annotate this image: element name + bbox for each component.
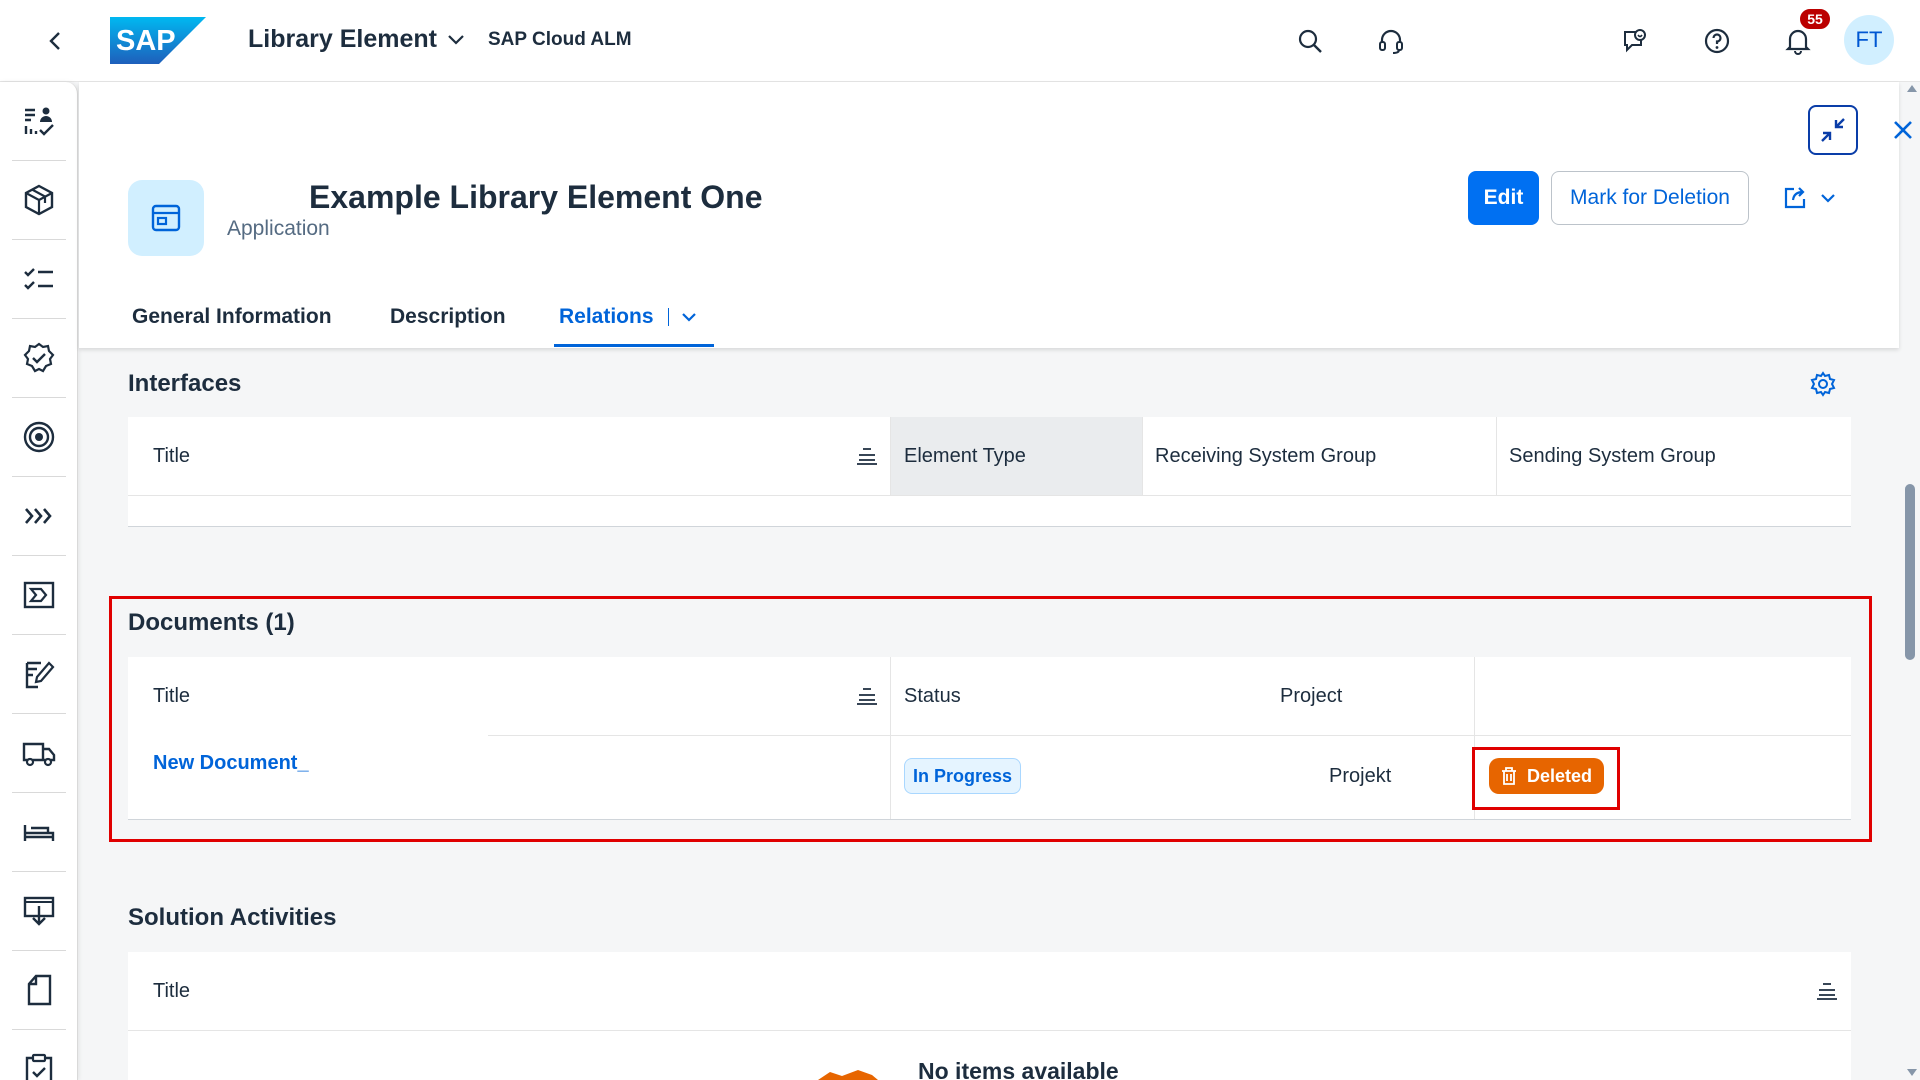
empty-illustration-icon xyxy=(818,1070,878,1080)
target-icon xyxy=(23,421,55,453)
nav-item-overview[interactable] xyxy=(0,82,78,160)
nav-item-releases[interactable] xyxy=(0,872,78,950)
deleted-badge: Deleted xyxy=(1489,758,1605,794)
object-avatar xyxy=(128,180,204,256)
share-icon xyxy=(1784,187,1806,209)
headset-icon xyxy=(1379,29,1403,54)
app-subtitle: SAP Cloud ALM xyxy=(488,29,632,50)
column-header-status[interactable]: Status xyxy=(904,657,961,735)
nav-item-goals[interactable] xyxy=(0,398,78,476)
tab-relations-label: Relations xyxy=(559,305,654,328)
app-title-menu[interactable]: Library Element xyxy=(248,25,465,54)
column-header-sending-system-group[interactable]: Sending System Group xyxy=(1509,417,1716,495)
feedback-button[interactable] xyxy=(1618,24,1652,58)
notification-badge: 55 xyxy=(1798,7,1832,31)
package-icon xyxy=(24,184,54,216)
solution-activities-section-title: Solution Activities xyxy=(128,904,337,931)
chevron-down-icon xyxy=(1821,194,1835,203)
settings-icon[interactable] xyxy=(1810,371,1836,397)
nav-item-checklist[interactable] xyxy=(0,240,78,318)
project-value: Projekt xyxy=(1329,765,1392,787)
nav-item-documents[interactable] xyxy=(0,951,78,1029)
chevron-down-icon xyxy=(448,34,464,45)
quality-gate-icon xyxy=(23,342,55,373)
sort-icon[interactable] xyxy=(1816,982,1838,1000)
active-tab-indicator xyxy=(554,344,714,347)
documents-table: Title Status Project New Document_ In Pr… xyxy=(128,657,1851,820)
deployment-icon xyxy=(23,896,55,926)
collapse-header-button[interactable] xyxy=(1808,105,1858,155)
nav-item-deployments[interactable] xyxy=(0,714,78,792)
shell-bar: SAP Library Element SAP Cloud ALM 55 FT xyxy=(0,0,1920,82)
tab-general-information[interactable]: General Information xyxy=(132,286,332,348)
bed-icon xyxy=(23,825,55,841)
column-header-title[interactable]: Title xyxy=(153,657,190,735)
scroll-down-icon[interactable] xyxy=(1907,1069,1917,1077)
app-title: Library Element xyxy=(248,25,437,53)
overview-tasks-icon xyxy=(24,107,54,136)
checklist-icon xyxy=(24,268,53,290)
nav-item-processes[interactable] xyxy=(0,477,78,555)
document-title-link[interactable]: New Document_ xyxy=(153,752,309,775)
support-button[interactable] xyxy=(1374,24,1408,58)
documents-section-title: Documents (1) xyxy=(128,609,295,636)
object-title: Example Library Element One xyxy=(309,179,763,215)
column-header-title[interactable]: Title xyxy=(153,417,190,495)
application-icon xyxy=(151,204,181,232)
solution-activities-table: Title No items available xyxy=(128,952,1851,1080)
scroll-up-icon[interactable] xyxy=(1907,84,1917,92)
help-icon xyxy=(1704,28,1730,54)
interfaces-table: Title Element Type Receiving System Grou… xyxy=(128,417,1851,527)
back-button[interactable] xyxy=(40,26,70,56)
feedback-icon xyxy=(1624,29,1646,53)
trash-icon xyxy=(1502,767,1516,785)
nav-item-test-cases[interactable] xyxy=(0,556,78,634)
chevron-left-icon xyxy=(49,32,60,50)
clipboard-check-icon xyxy=(25,1053,53,1080)
user-avatar[interactable]: FT xyxy=(1844,15,1894,65)
search-icon xyxy=(1298,29,1322,53)
empty-state-text: No items available xyxy=(918,1058,1119,1080)
column-header-element-type[interactable]: Element Type xyxy=(904,417,1026,495)
nav-item-tasks[interactable] xyxy=(0,1030,78,1080)
table-row[interactable]: New Document_ In Progress Projekt Delete… xyxy=(128,736,1851,819)
side-navigation xyxy=(0,82,78,1080)
tab-bar: General Information Description Relation… xyxy=(79,286,1899,348)
share-menu-button[interactable] xyxy=(1769,178,1849,218)
column-header-receiving-system-group[interactable]: Receiving System Group xyxy=(1155,417,1376,495)
column-header-project[interactable]: Project xyxy=(1280,657,1342,735)
object-subtitle: Application xyxy=(227,217,330,240)
deleted-badge-label: Deleted xyxy=(1527,765,1593,786)
nav-item-requirements[interactable] xyxy=(0,635,78,713)
tab-relations[interactable]: Relations xyxy=(559,286,697,348)
exit-fullscreen-icon xyxy=(1821,118,1845,142)
status-badge: In Progress xyxy=(904,758,1022,794)
test-case-icon xyxy=(23,581,55,609)
nav-item-landscape[interactable] xyxy=(0,793,78,871)
nav-item-quality-gates[interactable] xyxy=(0,319,78,397)
edit-document-icon xyxy=(25,661,55,689)
document-icon xyxy=(27,974,52,1006)
sap-logo: SAP xyxy=(110,17,206,64)
mark-for-deletion-button[interactable]: Mark for Deletion xyxy=(1551,171,1749,225)
search-button[interactable] xyxy=(1293,24,1327,58)
nav-item-packages[interactable] xyxy=(0,161,78,239)
scrollbar-thumb[interactable] xyxy=(1905,484,1915,660)
chevron-down-icon[interactable] xyxy=(681,311,697,323)
edit-button[interactable]: Edit xyxy=(1468,171,1539,225)
tab-description[interactable]: Description xyxy=(390,286,506,348)
svg-text:SAP: SAP xyxy=(116,25,176,57)
bell-icon xyxy=(1785,29,1811,55)
process-flow-icon xyxy=(25,508,52,524)
column-header-title[interactable]: Title xyxy=(153,952,190,1030)
delivery-truck-icon xyxy=(22,742,56,767)
sort-icon[interactable] xyxy=(856,687,878,705)
tab-divider xyxy=(667,308,669,326)
help-button[interactable] xyxy=(1700,24,1734,58)
sort-icon[interactable] xyxy=(856,447,878,465)
interfaces-section-title: Interfaces xyxy=(128,370,242,397)
object-page-header: Example Library Element One Application … xyxy=(79,82,1912,348)
